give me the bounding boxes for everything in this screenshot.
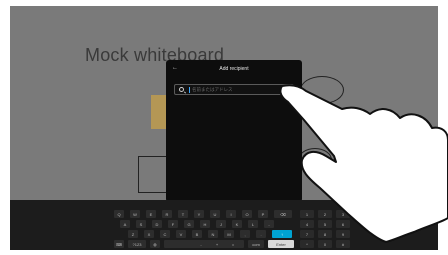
key-n[interactable]: N [208,230,218,238]
key-8[interactable]: 8 [318,230,332,238]
key-x[interactable]: X [144,230,154,238]
device-frame: Mock whiteboard ← Add recipient 名前またはアドレ… [0,0,448,255]
key-period[interactable]: . [256,230,266,238]
dialog-title: Add recipient [219,66,249,72]
key-t[interactable]: T [178,210,188,218]
device-screen: Mock whiteboard ← Add recipient 名前またはアドレ… [10,6,438,250]
on-screen-keyboard: Q W E R T Y U I O P ⌫ 1 2 3 A S D F G H … [10,200,438,250]
key-plus[interactable]: + [212,240,222,248]
text-caret [189,87,190,93]
symbols-key[interactable]: ?123 [128,240,146,248]
key-p[interactable]: P [258,210,268,218]
keyboard-icon[interactable]: ⌨ [114,240,124,248]
keyboard-row-1: Q W E R T Y U I O P ⌫ 1 2 3 [10,210,438,219]
key-w[interactable]: W [130,210,140,218]
key-m[interactable]: M [224,230,234,238]
keyboard-row-3: Z X C V B N M , . ↑ 7 8 9 [10,230,438,239]
key-i[interactable]: I [226,210,236,218]
key-6[interactable]: 6 [336,220,350,228]
key-hash[interactable]: # [336,240,350,248]
key-minus[interactable]: - [196,240,206,248]
key-5[interactable]: 5 [318,220,332,228]
add-recipient-dialog: ← Add recipient 名前またはアドレス [166,60,302,202]
key-e[interactable]: E [146,210,156,218]
key-j[interactable]: J [216,220,226,228]
keyboard-row-2: A S D F G H J K L - 4 5 6 [10,220,438,229]
key-a[interactable]: A [120,220,130,228]
key-1[interactable]: 1 [300,210,314,218]
shift-key[interactable]: ↑ [272,230,292,238]
key-3[interactable]: 3 [336,210,350,218]
key-q[interactable]: Q [114,210,124,218]
key-b[interactable]: B [192,230,202,238]
recipient-search-input[interactable]: 名前またはアドレス [174,84,294,95]
search-icon [179,87,184,92]
key-h[interactable]: H [200,220,210,228]
search-placeholder: 名前またはアドレス [192,87,233,92]
key-equals[interactable]: = [228,240,238,248]
whiteboard-ellipse-top [300,76,344,104]
key-f[interactable]: F [168,220,178,228]
key-d[interactable]: D [152,220,162,228]
key-2[interactable]: 2 [318,210,332,218]
key-c[interactable]: C [160,230,170,238]
key-k[interactable]: K [232,220,242,228]
com-key[interactable]: com [248,240,264,248]
keyboard-row-4: ⌨ ?123 ◍ - + = com Enter * 0 # [10,240,438,249]
key-v[interactable]: V [176,230,186,238]
key-o[interactable]: O [242,210,252,218]
key-7[interactable]: 7 [300,230,314,238]
globe-icon[interactable]: ◍ [150,240,160,248]
key-comma[interactable]: , [240,230,250,238]
key-u[interactable]: U [210,210,220,218]
key-r[interactable]: R [162,210,172,218]
key-9[interactable]: 9 [336,230,350,238]
key-l[interactable]: L [248,220,258,228]
whiteboard-ellipse-bottom [298,148,332,172]
key-y[interactable]: Y [194,210,204,218]
key-dash[interactable]: - [264,220,274,228]
enter-key[interactable]: Enter [268,240,294,248]
key-s[interactable]: S [136,220,146,228]
key-4[interactable]: 4 [300,220,314,228]
key-star[interactable]: * [300,240,314,248]
key-0[interactable]: 0 [318,240,332,248]
backspace-key[interactable]: ⌫ [274,210,292,218]
key-g[interactable]: G [184,220,194,228]
key-z[interactable]: Z [128,230,138,238]
